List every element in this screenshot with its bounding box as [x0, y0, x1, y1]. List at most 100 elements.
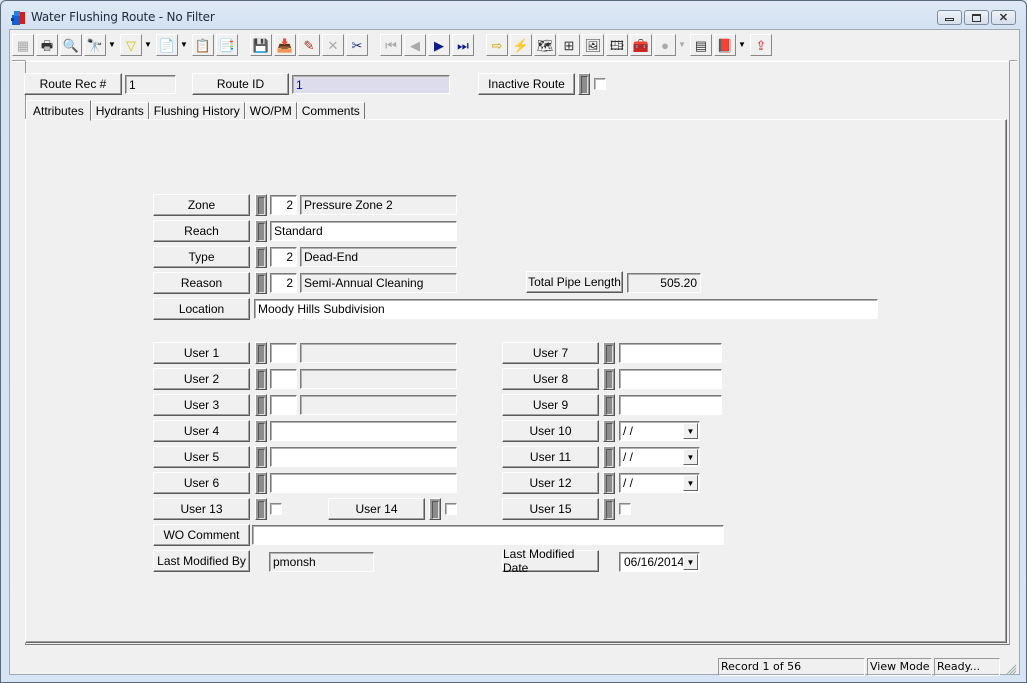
- lightning-button[interactable]: ⚡: [510, 34, 532, 56]
- user6-button[interactable]: User 6: [153, 472, 250, 494]
- cut-button[interactable]: ✂: [346, 34, 368, 56]
- last-modified-by-button[interactable]: Last Modified By: [153, 550, 250, 572]
- last-modified-date-button[interactable]: Last Modified Date: [502, 547, 599, 575]
- gis-globe-button[interactable]: ●: [654, 34, 676, 56]
- chevron-down-icon[interactable]: ▼: [683, 423, 698, 439]
- report-button[interactable]: 📄: [156, 34, 178, 56]
- location-button[interactable]: Location: [153, 298, 250, 320]
- zone-code-field[interactable]: 2: [270, 195, 297, 215]
- chevron-down-icon[interactable]: ▼: [683, 475, 698, 491]
- goto-button[interactable]: ⇨: [486, 34, 508, 56]
- user12-lock-icon[interactable]: [603, 472, 615, 494]
- type-lock-icon[interactable]: [255, 246, 267, 268]
- minimize-button[interactable]: [937, 10, 962, 25]
- report-dropdown[interactable]: ▼: [178, 34, 190, 56]
- user4-lock-icon[interactable]: [255, 420, 267, 442]
- gis-globe-dropdown[interactable]: ▼: [676, 34, 688, 56]
- calculator-button[interactable]: ▤: [690, 34, 712, 56]
- user5-button[interactable]: User 5: [153, 446, 250, 468]
- help-book-button[interactable]: 📕: [714, 34, 736, 56]
- user15-checkbox[interactable]: [619, 503, 631, 515]
- close-button[interactable]: ✕: [991, 10, 1016, 25]
- user1-code-field[interactable]: [270, 343, 297, 363]
- user14-checkbox[interactable]: [445, 503, 457, 515]
- location-field[interactable]: Moody Hills Subdivision: [254, 299, 878, 319]
- inactive-route-lock-icon[interactable]: [578, 73, 590, 95]
- zone-lock-icon[interactable]: [255, 194, 267, 216]
- route-rec-field[interactable]: 1: [125, 75, 176, 94]
- type-code-field[interactable]: 2: [270, 247, 297, 267]
- workorder-button[interactable]: 🖼: [582, 34, 604, 56]
- exit-button[interactable]: ⇪: [750, 34, 772, 56]
- inactive-route-checkbox[interactable]: [594, 78, 606, 90]
- last-modified-date-picker[interactable]: 06/16/2014 ▼: [619, 552, 700, 572]
- properties-button[interactable]: 📋: [192, 34, 214, 56]
- first-record-button[interactable]: ⏮: [380, 34, 402, 56]
- user15-lock-icon[interactable]: [603, 498, 615, 520]
- query-dropdown[interactable]: ▼: [106, 34, 118, 56]
- zone-button[interactable]: Zone: [153, 194, 250, 216]
- route-rec-button[interactable]: Route Rec #: [24, 73, 122, 95]
- route-id-field[interactable]: 1: [292, 75, 450, 94]
- chevron-down-icon[interactable]: ▼: [683, 554, 698, 570]
- user11-date-picker[interactable]: / / ▼: [619, 447, 700, 467]
- user4-field[interactable]: [270, 421, 457, 441]
- user5-lock-icon[interactable]: [255, 446, 267, 468]
- user12-date-picker[interactable]: / / ▼: [619, 473, 700, 493]
- edit-button[interactable]: ✎: [298, 34, 320, 56]
- reach-button[interactable]: Reach: [153, 220, 250, 242]
- query-button[interactable]: 🔭: [84, 34, 106, 56]
- user6-field[interactable]: [270, 473, 457, 493]
- user5-field[interactable]: [270, 447, 457, 467]
- user2-code-field[interactable]: [270, 369, 297, 389]
- maximize-button[interactable]: [964, 10, 989, 25]
- user1-lock-icon[interactable]: [255, 342, 267, 364]
- user7-lock-icon[interactable]: [603, 342, 615, 364]
- user9-lock-icon[interactable]: [603, 394, 615, 416]
- tab-attributes[interactable]: Attributes: [26, 100, 91, 121]
- previous-record-button[interactable]: ◀: [404, 34, 426, 56]
- route-id-button[interactable]: Route ID: [192, 73, 289, 95]
- filter-button[interactable]: ▽: [120, 34, 142, 56]
- hierarchy-button[interactable]: ⊞: [558, 34, 580, 56]
- tab-wo-pm[interactable]: WO/PM: [244, 102, 297, 120]
- reason-button[interactable]: Reason: [153, 272, 250, 294]
- tab-comments[interactable]: Comments: [296, 102, 365, 120]
- user8-lock-icon[interactable]: [603, 368, 615, 390]
- reach-lock-icon[interactable]: [255, 220, 267, 242]
- user11-lock-icon[interactable]: [603, 446, 615, 468]
- print-button[interactable]: 🖶: [36, 34, 58, 56]
- user2-button[interactable]: User 2: [153, 368, 250, 390]
- user6-lock-icon[interactable]: [255, 472, 267, 494]
- user14-lock-icon[interactable]: [429, 498, 441, 520]
- user1-button[interactable]: User 1: [153, 342, 250, 364]
- inspection-button[interactable]: 🖽: [606, 34, 628, 56]
- inactive-route-button[interactable]: Inactive Route: [478, 73, 575, 95]
- filter-dropdown[interactable]: ▼: [142, 34, 154, 56]
- user3-code-field[interactable]: [270, 395, 297, 415]
- total-pipe-length-button[interactable]: Total Pipe Length: [526, 271, 623, 293]
- user13-lock-icon[interactable]: [255, 498, 267, 520]
- user10-lock-icon[interactable]: [603, 420, 615, 442]
- user7-field[interactable]: [619, 343, 722, 363]
- type-button[interactable]: Type: [153, 246, 250, 268]
- user3-button[interactable]: User 3: [153, 394, 250, 416]
- user10-button[interactable]: User 10: [502, 420, 599, 442]
- help-book-dropdown[interactable]: ▼: [736, 34, 748, 56]
- user8-field[interactable]: [619, 369, 722, 389]
- reach-field[interactable]: Standard: [270, 221, 457, 241]
- user2-lock-icon[interactable]: [255, 368, 267, 390]
- user14-button[interactable]: User 14: [328, 498, 425, 520]
- tab-flushing-history[interactable]: Flushing History: [148, 102, 245, 120]
- tab-hydrants[interactable]: Hydrants: [90, 102, 149, 120]
- user4-button[interactable]: User 4: [153, 420, 250, 442]
- user7-button[interactable]: User 7: [502, 342, 599, 364]
- user3-lock-icon[interactable]: [255, 394, 267, 416]
- user12-button[interactable]: User 12: [502, 472, 599, 494]
- form-view-button[interactable]: ▦: [12, 34, 34, 56]
- reason-code-field[interactable]: 2: [270, 273, 297, 293]
- user8-button[interactable]: User 8: [502, 368, 599, 390]
- next-record-button[interactable]: ▶: [428, 34, 450, 56]
- map-button[interactable]: 🗺: [534, 34, 556, 56]
- print-preview-button[interactable]: 🔍: [60, 34, 82, 56]
